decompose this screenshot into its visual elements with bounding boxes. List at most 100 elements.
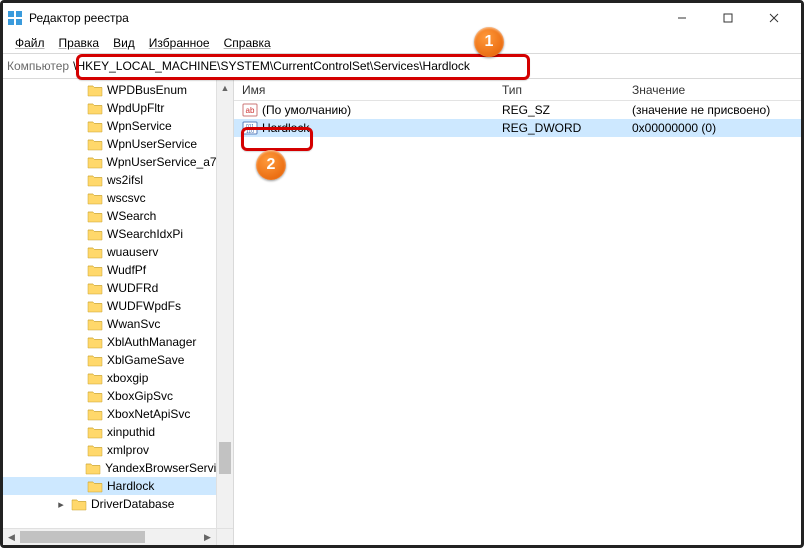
- value-name: (По умолчанию): [262, 103, 351, 117]
- tree-item[interactable]: XboxNetApiSvc: [3, 405, 233, 423]
- tree-item[interactable]: WSearch: [3, 207, 233, 225]
- scroll-left-button[interactable]: ◀: [3, 529, 20, 545]
- folder-icon: [87, 227, 103, 241]
- folder-icon: [87, 119, 103, 133]
- folder-icon: [85, 461, 101, 475]
- list-row[interactable]: 011110HardlockREG_DWORD0x00000000 (0): [234, 119, 801, 137]
- tree-item-label: wscsvc: [107, 191, 146, 205]
- tree-item-label: DriverDatabase: [91, 497, 174, 511]
- menu-view[interactable]: Вид: [107, 34, 141, 52]
- window-title: Редактор реестра: [29, 11, 129, 25]
- tree-item[interactable]: XblAuthManager: [3, 333, 233, 351]
- tree-item-label: WUDFRd: [107, 281, 158, 295]
- address-input[interactable]: [71, 59, 797, 73]
- scroll-right-button[interactable]: ▶: [199, 529, 216, 545]
- tree-item-label: WudfPf: [107, 263, 146, 277]
- menu-help[interactable]: Справка: [218, 34, 277, 52]
- svg-text:110: 110: [246, 129, 254, 135]
- folder-icon: [87, 263, 103, 277]
- tree-item[interactable]: wuauserv: [3, 243, 233, 261]
- tree-pane: WPDBusEnum WpdUpFltr WpnService WpnUserServ…: [3, 79, 234, 545]
- value-data: 0x00000000 (0): [624, 121, 801, 135]
- minimize-button[interactable]: [659, 3, 705, 33]
- tree-scrollbar-horizontal[interactable]: ◀ ▶: [3, 528, 216, 545]
- close-button[interactable]: [751, 3, 797, 33]
- tree-item[interactable]: XboxGipSvc: [3, 387, 233, 405]
- tree-item-label: wuauserv: [107, 245, 158, 259]
- svg-text:ab: ab: [246, 106, 255, 115]
- registry-editor-window: Редактор реестра Файл Правка Вид Избранн…: [0, 0, 804, 548]
- tree-item[interactable]: ws2ifsl: [3, 171, 233, 189]
- scroll-corner: [216, 528, 233, 545]
- folder-icon: [87, 371, 103, 385]
- tree-item-label: YandexBrowserService: [105, 461, 229, 475]
- folder-icon: [87, 353, 103, 367]
- app-icon: [7, 10, 23, 26]
- menu-file[interactable]: Файл: [9, 34, 51, 52]
- value-name: Hardlock: [262, 121, 309, 135]
- title-bar[interactable]: Редактор реестра: [3, 3, 801, 33]
- tree-item-label: WwanSvc: [107, 317, 160, 331]
- tree-item[interactable]: xinputhid: [3, 423, 233, 441]
- menu-favorites[interactable]: Избранное: [143, 34, 216, 52]
- tree-item[interactable]: ▸ DriverDatabase: [3, 495, 233, 513]
- scroll-thumb[interactable]: [219, 442, 231, 474]
- list-row[interactable]: ab(По умолчанию)REG_SZ(значение не присв…: [234, 101, 801, 119]
- tree-item-label: ws2ifsl: [107, 173, 143, 187]
- menu-bar: Файл Правка Вид Избранное Справка: [3, 33, 801, 53]
- tree-item[interactable]: WpnUserService: [3, 135, 233, 153]
- folder-icon: [87, 299, 103, 313]
- tree-item[interactable]: WSearchIdxPi: [3, 225, 233, 243]
- folder-icon: [87, 191, 103, 205]
- folder-icon: [71, 497, 87, 511]
- folder-icon: [87, 389, 103, 403]
- tree-item-label: XboxNetApiSvc: [107, 407, 190, 421]
- menu-edit[interactable]: Правка: [53, 34, 106, 52]
- tree-item-label: xinputhid: [107, 425, 155, 439]
- tree-item[interactable]: WpdUpFltr: [3, 99, 233, 117]
- tree-item[interactable]: WpnService: [3, 117, 233, 135]
- tree-item-label: WSearchIdxPi: [107, 227, 183, 241]
- tree-item[interactable]: Hardlock: [3, 477, 233, 495]
- list-header: Имя Тип Значение: [234, 79, 801, 101]
- string-value-icon: ab: [242, 102, 258, 118]
- tree-item[interactable]: WwanSvc: [3, 315, 233, 333]
- tree-item-label: WSearch: [107, 209, 156, 223]
- folder-icon: [87, 137, 103, 151]
- folder-icon: [87, 281, 103, 295]
- folder-icon: [87, 407, 103, 421]
- tree-item[interactable]: XblGameSave: [3, 351, 233, 369]
- column-header-name[interactable]: Имя: [234, 79, 494, 100]
- tree-item-label: WpdUpFltr: [107, 101, 164, 115]
- scroll-thumb-h[interactable]: [20, 531, 145, 543]
- tree-item[interactable]: YandexBrowserService: [3, 459, 233, 477]
- tree-item[interactable]: WUDFWpdFs: [3, 297, 233, 315]
- scroll-up-button[interactable]: ▲: [217, 79, 233, 96]
- tree-item[interactable]: WUDFRd: [3, 279, 233, 297]
- tree-scrollbar-vertical[interactable]: ▲ ▼: [216, 79, 233, 545]
- tree-item-label: WpnUserService_a7ffc: [107, 155, 230, 169]
- maximize-button[interactable]: [705, 3, 751, 33]
- tree-caret-icon[interactable]: ▸: [55, 498, 67, 511]
- tree-item[interactable]: WPDBusEnum: [3, 81, 233, 99]
- tree-item-label: WUDFWpdFs: [107, 299, 181, 313]
- tree-item-label: XblGameSave: [107, 353, 184, 367]
- tree-item[interactable]: WudfPf: [3, 261, 233, 279]
- tree-item[interactable]: xmlprov: [3, 441, 233, 459]
- value-type: REG_DWORD: [494, 121, 624, 135]
- value-type: REG_SZ: [494, 103, 624, 117]
- tree-item[interactable]: wscsvc: [3, 189, 233, 207]
- tree-list[interactable]: WPDBusEnum WpdUpFltr WpnService WpnUserServ…: [3, 79, 233, 545]
- tree-item-label: xboxgip: [107, 371, 148, 385]
- list-body[interactable]: ab(По умолчанию)REG_SZ(значение не присв…: [234, 101, 801, 545]
- folder-icon: [87, 101, 103, 115]
- tree-item-label: xmlprov: [107, 443, 149, 457]
- list-pane: Имя Тип Значение ab(По умолчанию)REG_SZ(…: [234, 79, 801, 545]
- tree-item-label: WpnUserService: [107, 137, 197, 151]
- tree-item[interactable]: WpnUserService_a7ffc: [3, 153, 233, 171]
- tree-item[interactable]: xboxgip: [3, 369, 233, 387]
- column-header-type[interactable]: Тип: [494, 79, 624, 100]
- annotation-badge-1: 1: [474, 27, 504, 57]
- column-header-value[interactable]: Значение: [624, 79, 801, 100]
- content-area: WPDBusEnum WpdUpFltr WpnService WpnUserServ…: [3, 79, 801, 545]
